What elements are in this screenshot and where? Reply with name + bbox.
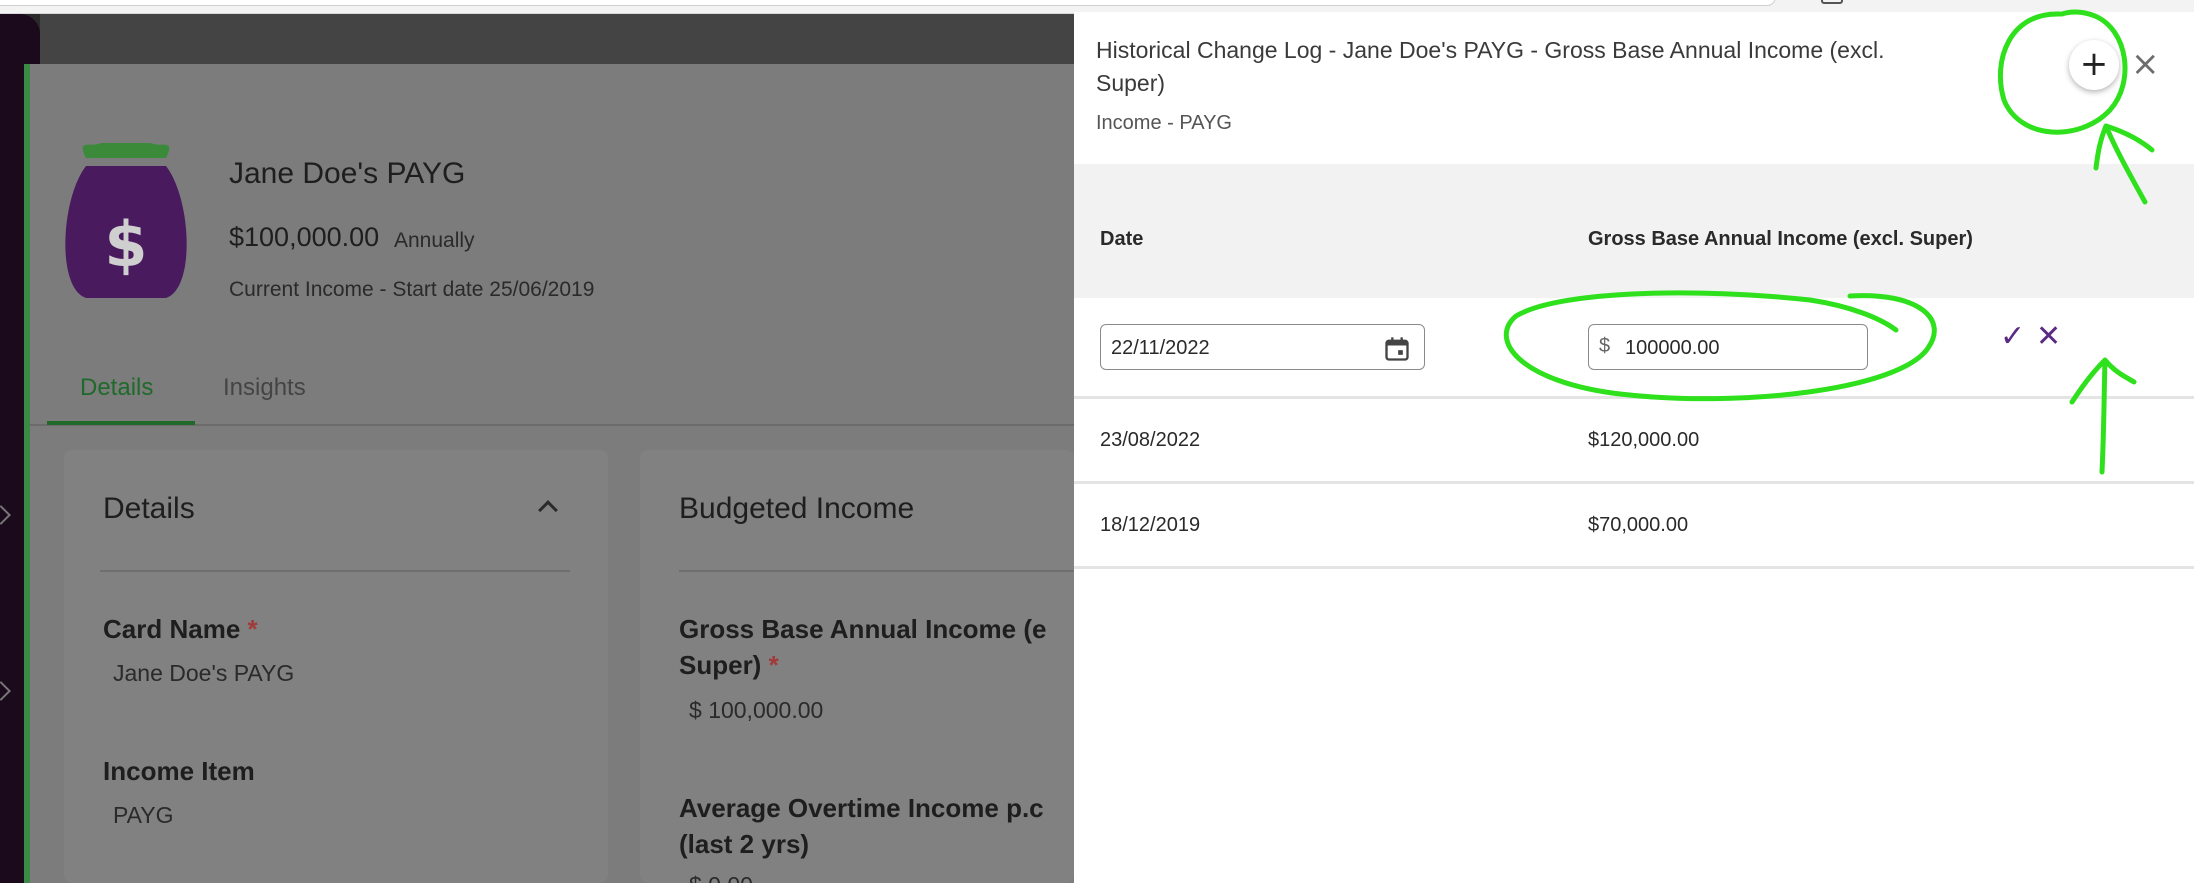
tab-insights[interactable]: Insights [223, 374, 306, 402]
confirm-button[interactable]: ✓ [2000, 322, 2025, 352]
app-top-bar [40, 14, 1074, 64]
row-date: 18/12/2019 [1100, 514, 1201, 536]
tab-details[interactable]: Details [80, 374, 153, 402]
budgeted-income-heading: Budgeted Income [679, 492, 915, 525]
column-header-date[interactable]: Date [1100, 228, 1143, 251]
chevron-right-icon[interactable] [0, 681, 11, 701]
table-header: Date Gross Base Annual Income (excl. Sup… [1074, 164, 2194, 298]
chevron-right-icon[interactable] [0, 505, 11, 525]
income-item-value: PAYG [113, 802, 174, 828]
edit-row: $ ✓ ✕ [1074, 298, 2194, 399]
calendar-icon[interactable] [1383, 335, 1411, 363]
overtime-income-value: $ 0.00 [689, 872, 753, 883]
column-header-amount[interactable]: Gross Base Annual Income (excl. Super) [1588, 228, 1973, 251]
amount-field[interactable]: $ [1588, 324, 1868, 370]
budget-divider [679, 570, 1074, 572]
details-heading: Details [103, 492, 195, 525]
extension-icon[interactable] [1821, 0, 1843, 4]
table-row[interactable]: 23/08/2022 $120,000.00 [1074, 399, 2194, 484]
gross-income-label: Gross Base Annual Income (e Super) * [679, 614, 1047, 680]
drawer-subtitle: Income - PAYG [1096, 112, 1232, 134]
active-tab-indicator [47, 421, 195, 425]
currency-prefix: $ [1599, 335, 1611, 357]
row-date: 23/08/2022 [1100, 429, 1201, 451]
card-amount: $100,000.00 [229, 222, 380, 252]
card-status: Current Income - Start date 25/06/2019 [229, 278, 595, 301]
address-bar[interactable] [0, 0, 1776, 6]
cancel-edit-button[interactable]: ✕ [2036, 322, 2061, 352]
overtime-income-label: Average Overtime Income p.c (last 2 yrs) [679, 793, 1044, 859]
gross-income-value: $ 100,000.00 [689, 697, 824, 723]
money-bag-icon: $ [65, 143, 187, 298]
row-amount: $120,000.00 [1588, 429, 1700, 451]
date-input[interactable] [1111, 335, 1371, 361]
close-drawer-button[interactable]: × [2131, 46, 2160, 82]
add-entry-button[interactable]: + [2069, 40, 2119, 90]
table-row[interactable]: 18/12/2019 $70,000.00 [1074, 484, 2194, 569]
card-name-value: Jane Doe's PAYG [113, 660, 295, 686]
row-amount: $70,000.00 [1588, 514, 1689, 536]
date-field[interactable] [1100, 324, 1425, 370]
card-frequency: Annually [394, 229, 475, 252]
drawer-title: Historical Change Log - Jane Doe's PAYG … [1096, 37, 1885, 96]
svg-text:$: $ [104, 208, 147, 281]
card-name-label: Card Name * [103, 614, 258, 644]
change-log-drawer: Historical Change Log - Jane Doe's PAYG … [1074, 12, 2194, 883]
card-title: Jane Doe's PAYG [229, 157, 466, 190]
income-item-label: Income Item [103, 756, 255, 786]
amount-input[interactable] [1625, 335, 1855, 361]
details-divider [100, 570, 570, 572]
